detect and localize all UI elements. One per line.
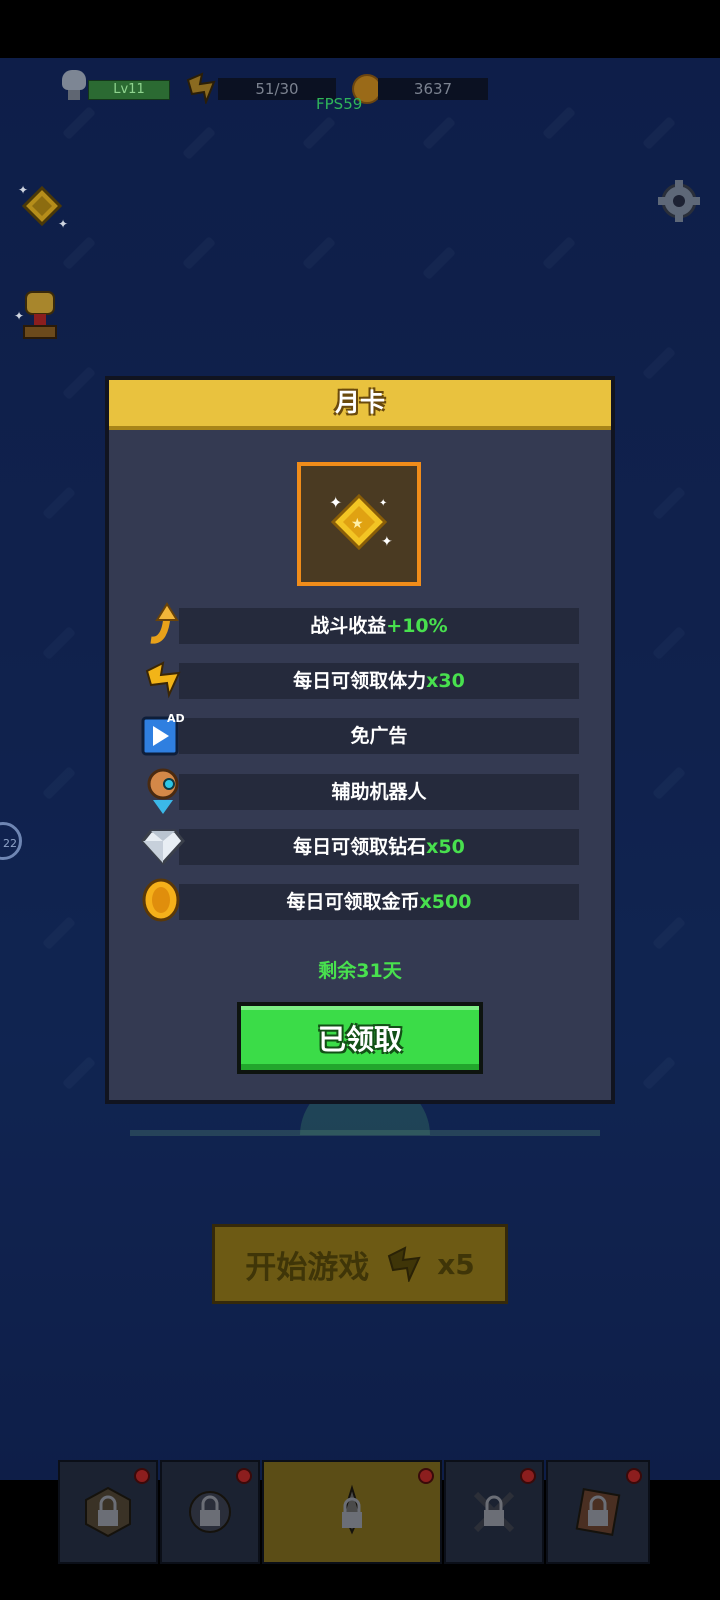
nav-tab-shop[interactable] [58,1460,158,1564]
claimed-label: 已领取 [317,1023,402,1056]
svg-text:✦: ✦ [379,498,387,509]
monthly-card-ticket-icon: ★ ✦ ✦ ✦ [329,493,393,551]
nav-tab-battle[interactable] [262,1460,442,1564]
notification-dot [134,1468,150,1484]
nav-tab-skills[interactable] [444,1460,544,1564]
benefit-label: 每日可领取金币x500 [286,891,472,913]
bottom-nav [58,1460,660,1566]
start-game-button[interactable]: 开始游戏 x5 [212,1224,508,1304]
monthly-card-dialog: 月卡 ★ ✦ ✦ ✦ 战斗收益+10% 每日可领取体力x30 AD 免广告 辅助… [105,376,615,1104]
svg-text:✦: ✦ [329,493,342,512]
lock-icon [189,1491,231,1533]
benefit-label: 每日可领取体力x30 [293,670,465,692]
svg-text:✦: ✦ [58,217,68,231]
start-game-label: 开始游戏 [245,1249,370,1286]
benefit-row: 每日可领取钻石x50 [139,829,579,869]
fps-counter: FPS59 [316,95,363,113]
lock-icon [575,1488,621,1536]
dialog-header: 月卡 [109,380,611,430]
benefit-row: 每日可领取金币x500 [139,878,579,924]
coin-value: 3637 [413,80,453,98]
monthly-card-side-icon[interactable]: ✦ ✦ [14,182,70,232]
notification-dot [626,1468,642,1484]
benefit-label: 辅助机器人 [331,781,427,803]
notification-dot [418,1468,434,1484]
benefit-row: AD 免广告 [139,712,579,758]
player-avatar[interactable] [60,70,88,100]
background-floor [130,1130,600,1136]
benefit-label: 每日可领取钻石x50 [293,836,465,858]
notification-dot [236,1468,252,1484]
notification-dot [520,1468,536,1484]
settings-gear-icon[interactable] [656,178,702,224]
benefit-row: 战斗收益+10% [139,602,579,648]
benefit-label: 战斗收益+10% [310,615,448,637]
svg-text:★: ★ [351,516,364,532]
level-label: Lv11 [113,82,145,97]
level-bar: Lv11 [88,80,170,100]
monthly-card-image: ★ ✦ ✦ ✦ [297,462,421,586]
remaining-days: 剩余31天 [318,960,402,982]
lock-icon [342,1484,362,1535]
claimed-button[interactable]: 已领取 [237,1002,483,1074]
nav-tab-book[interactable] [546,1460,650,1564]
start-game-cost: x5 [437,1247,475,1281]
energy-bolt-icon [186,72,216,104]
benefit-row: 每日可领取体力x30 [139,661,579,703]
coin-counter[interactable]: 3637 [378,78,488,100]
svg-text:✦: ✦ [381,534,393,550]
lock-icon [473,1491,515,1533]
trophy-icon[interactable]: ✦ [12,286,68,346]
lock-icon [85,1486,131,1538]
dialog-title: 月卡 [334,388,385,417]
benefit-row: 辅助机器人 [139,768,579,814]
svg-text:✦: ✦ [14,309,24,323]
energy-bolt-icon [388,1246,421,1282]
svg-text:✦: ✦ [18,183,28,197]
benefit-label: 免广告 [350,725,408,747]
nav-tab-equipment[interactable] [160,1460,260,1564]
